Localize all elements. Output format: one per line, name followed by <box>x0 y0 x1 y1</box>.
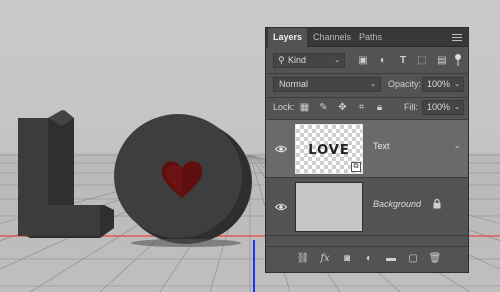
tab-layers[interactable]: Layers <box>268 28 308 47</box>
lock-label: Lock: <box>273 102 295 112</box>
layer-name-background: Background <box>373 199 422 209</box>
layer-thumbnail-text: LOVE ⧉ <box>295 124 363 174</box>
letter-l <box>18 110 114 238</box>
adjustment-filter-icon[interactable]: ◐ <box>377 55 389 67</box>
lock-transparent-pixels-icon[interactable]: ▦ <box>299 102 310 114</box>
opacity-field[interactable]: 100% ⌄ <box>422 77 464 92</box>
layer-thumbnail-background <box>295 182 363 232</box>
new-layer-icon[interactable]: ▢ <box>406 253 420 265</box>
lock-artboard-icon[interactable]: ⌗ <box>356 102 367 114</box>
layer-expand-chevron-icon[interactable]: ⌄ <box>453 140 461 151</box>
thumbnail-love-text: LOVE <box>308 143 350 158</box>
visibility-eye-icon[interactable] <box>275 203 287 211</box>
new-group-folder-icon[interactable]: ▬ <box>384 253 398 265</box>
chevron-down-icon: ⌄ <box>334 57 340 64</box>
smart-object-filter-icon[interactable]: ▤ <box>436 55 448 67</box>
layer-lock-icon <box>433 199 441 209</box>
shape-filter-icon[interactable]: ⬚ <box>416 55 428 67</box>
fill-label: Fill: <box>404 102 418 112</box>
adjustment-layer-icon[interactable]: ◐ <box>362 253 376 265</box>
visibility-eye-icon[interactable] <box>275 145 287 153</box>
fill-value: 100% <box>427 102 451 112</box>
layer-name-text: Text <box>373 141 390 151</box>
opacity-value: 100% <box>427 79 451 89</box>
blend-mode-value: Normal <box>279 79 309 89</box>
lock-all-icon[interactable]: 🔒︎ <box>374 102 385 114</box>
layer-row-background[interactable]: Background <box>266 178 468 236</box>
blend-mode-dropdown[interactable]: Normal ⌄ <box>273 77 381 92</box>
lock-row: Lock: ▦ ✎ ✥ ⌗ 🔒︎ Fill: 100% ⌄ <box>266 100 468 116</box>
pixel-filter-icon[interactable]: ▣ <box>357 55 369 67</box>
add-mask-icon[interactable]: ◙ <box>340 253 354 265</box>
lock-position-icon[interactable]: ✥ <box>337 102 348 114</box>
fill-field[interactable]: 100% ⌄ <box>422 100 464 115</box>
layer-row-text[interactable]: LOVE ⧉ Text ⌄ <box>266 120 468 178</box>
trash-icon[interactable]: 🗑︎ <box>428 253 442 265</box>
tab-paths[interactable]: Paths <box>354 28 387 47</box>
type-filter-icon[interactable]: T <box>397 55 409 67</box>
panel-menu-icon[interactable] <box>452 34 462 41</box>
lock-image-pixels-icon[interactable]: ✎ <box>318 102 329 114</box>
chevron-down-icon: ⌄ <box>454 104 460 111</box>
filter-kind-dropdown[interactable]: ⚲ Kind ⌄ <box>273 53 345 68</box>
chevron-down-icon: ⌄ <box>370 81 376 88</box>
search-icon: ⚲ <box>278 55 285 65</box>
blend-row: Normal ⌄ Opacity: 100% ⌄ <box>266 77 468 93</box>
filter-kind-label: Kind <box>288 55 307 65</box>
filter-row: ⚲ Kind ⌄ ▣ ◐ T ⬚ ▤ <box>266 53 468 71</box>
filter-toggle-switch[interactable] <box>455 54 462 66</box>
panel-tab-bar: Layers Channels Paths <box>266 28 468 47</box>
opacity-label: Opacity: <box>388 79 422 89</box>
panel-footer: ⛓ fx ◙ ◐ ▬ ▢ 🗑︎ <box>266 246 468 272</box>
smart-object-badge-icon: ⧉ <box>351 162 361 172</box>
fx-layer-style-icon[interactable]: fx <box>318 253 332 265</box>
chevron-down-icon: ⌄ <box>454 81 460 88</box>
link-layers-icon[interactable]: ⛓ <box>296 253 310 265</box>
tab-channels[interactable]: Channels <box>308 28 356 47</box>
layers-panel: Layers Channels Paths ⚲ Kind ⌄ ▣ ◐ T ⬚ ▤… <box>265 27 469 273</box>
